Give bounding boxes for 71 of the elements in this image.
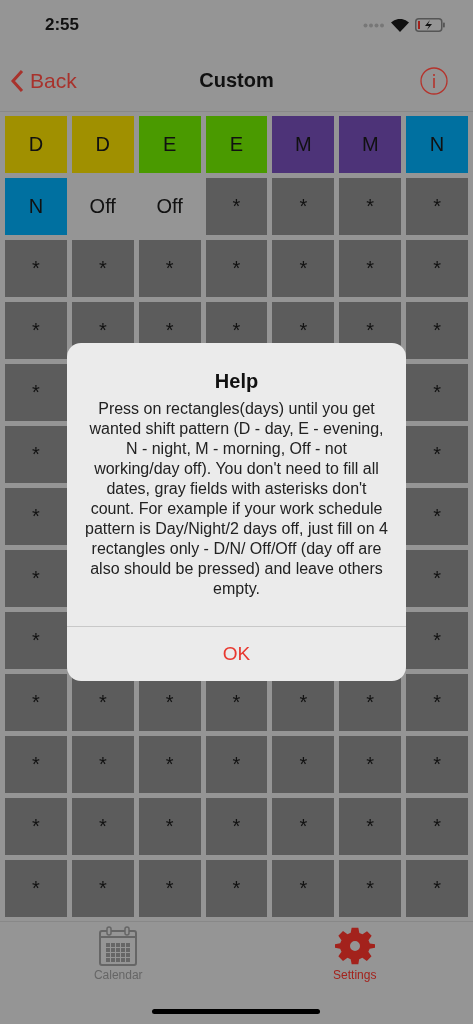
empty-cell[interactable]: * xyxy=(406,426,468,483)
empty-cell[interactable]: * xyxy=(406,302,468,359)
empty-cell[interactable]: * xyxy=(406,612,468,669)
tab-bar-item[interactable]: Settings xyxy=(299,926,410,990)
empty-cell[interactable]: * xyxy=(5,488,67,545)
empty-cell[interactable]: * xyxy=(71,240,134,297)
empty-cell[interactable]: * xyxy=(5,860,67,917)
empty-cell[interactable]: * xyxy=(205,798,268,855)
dialog-message: Press on rectangles(days) until you get wanted shift pattern (D - day, E - evening, N - night, M - morning, Off - not working/day off). You don't need to fill all dates, gray fields with asterisks don't count. For example if your work schedule pattern is Day/Night/2 days off, just fill on 4 rectangles only - D/N/ Off/Off (day off are also should be pressed) and leave others empty. xyxy=(84,399,389,599)
empty-cell[interactable]: * xyxy=(339,240,402,297)
signal-icon xyxy=(363,22,385,28)
empty-cell[interactable]: * xyxy=(406,550,468,607)
empty-cell[interactable]: * xyxy=(205,240,268,297)
empty-cell[interactable]: * xyxy=(205,860,268,917)
shift-cell[interactable]: M xyxy=(339,116,402,173)
empty-cell[interactable]: * xyxy=(272,860,335,917)
empty-cell[interactable]: * xyxy=(138,860,201,917)
day-off-cell[interactable]: Off xyxy=(71,178,134,235)
day-off-cell[interactable]: Off xyxy=(138,178,201,235)
shift-cell[interactable]: E xyxy=(138,116,201,173)
empty-cell[interactable]: * xyxy=(138,240,201,297)
empty-cell[interactable]: * xyxy=(406,860,468,917)
empty-cell[interactable]: * xyxy=(406,488,468,545)
empty-cell[interactable]: * xyxy=(406,798,468,855)
dialog-title: Help xyxy=(213,369,260,393)
empty-cell[interactable]: * xyxy=(272,178,335,235)
empty-cell[interactable]: * xyxy=(71,736,134,793)
calendar-icon xyxy=(99,926,138,966)
ok-button[interactable]: OK xyxy=(67,626,406,681)
empty-cell[interactable]: * xyxy=(406,178,468,235)
shift-cell[interactable]: N xyxy=(5,178,67,235)
shift-cell[interactable]: E xyxy=(205,116,268,173)
empty-cell[interactable]: * xyxy=(406,364,468,421)
empty-cell[interactable]: * xyxy=(5,798,67,855)
empty-cell[interactable]: * xyxy=(272,240,335,297)
empty-cell[interactable]: * xyxy=(272,798,335,855)
empty-cell[interactable]: * xyxy=(406,736,468,793)
empty-cell[interactable]: * xyxy=(71,860,134,917)
empty-cell[interactable]: * xyxy=(5,736,67,793)
empty-cell[interactable]: * xyxy=(71,798,134,855)
empty-cell[interactable]: * xyxy=(339,736,402,793)
empty-cell[interactable]: * xyxy=(5,612,67,669)
shift-cell[interactable]: N xyxy=(406,116,468,173)
empty-cell[interactable]: * xyxy=(138,736,201,793)
empty-cell[interactable]: * xyxy=(205,178,268,235)
empty-cell[interactable]: * xyxy=(5,240,67,297)
info-icon[interactable] xyxy=(420,66,448,95)
gear-icon xyxy=(334,926,375,966)
wifi-icon xyxy=(391,18,409,32)
screen-title: Custom xyxy=(199,69,274,92)
empty-cell[interactable]: * xyxy=(339,860,402,917)
empty-cell[interactable]: * xyxy=(5,426,67,483)
empty-cell[interactable]: * xyxy=(5,302,67,359)
empty-cell[interactable]: * xyxy=(205,736,268,793)
empty-cell[interactable]: * xyxy=(5,674,67,731)
empty-cell[interactable]: * xyxy=(406,240,468,297)
back-label: Back xyxy=(30,68,77,93)
back-link[interactable]: Back xyxy=(10,68,77,93)
empty-cell[interactable]: * xyxy=(5,364,67,421)
empty-cell[interactable]: * xyxy=(5,550,67,607)
shift-cell[interactable]: M xyxy=(272,116,335,173)
shift-cell[interactable]: D xyxy=(5,116,67,173)
empty-cell[interactable]: * xyxy=(138,798,201,855)
shift-cell[interactable]: D xyxy=(71,116,134,173)
empty-cell[interactable]: * xyxy=(272,736,335,793)
battery-icon xyxy=(415,18,445,32)
status-time: 2:55 xyxy=(45,15,80,35)
empty-cell[interactable]: * xyxy=(339,798,402,855)
empty-cell[interactable]: * xyxy=(339,178,402,235)
chevron-left-icon xyxy=(10,68,24,93)
empty-cell[interactable]: * xyxy=(406,674,468,731)
